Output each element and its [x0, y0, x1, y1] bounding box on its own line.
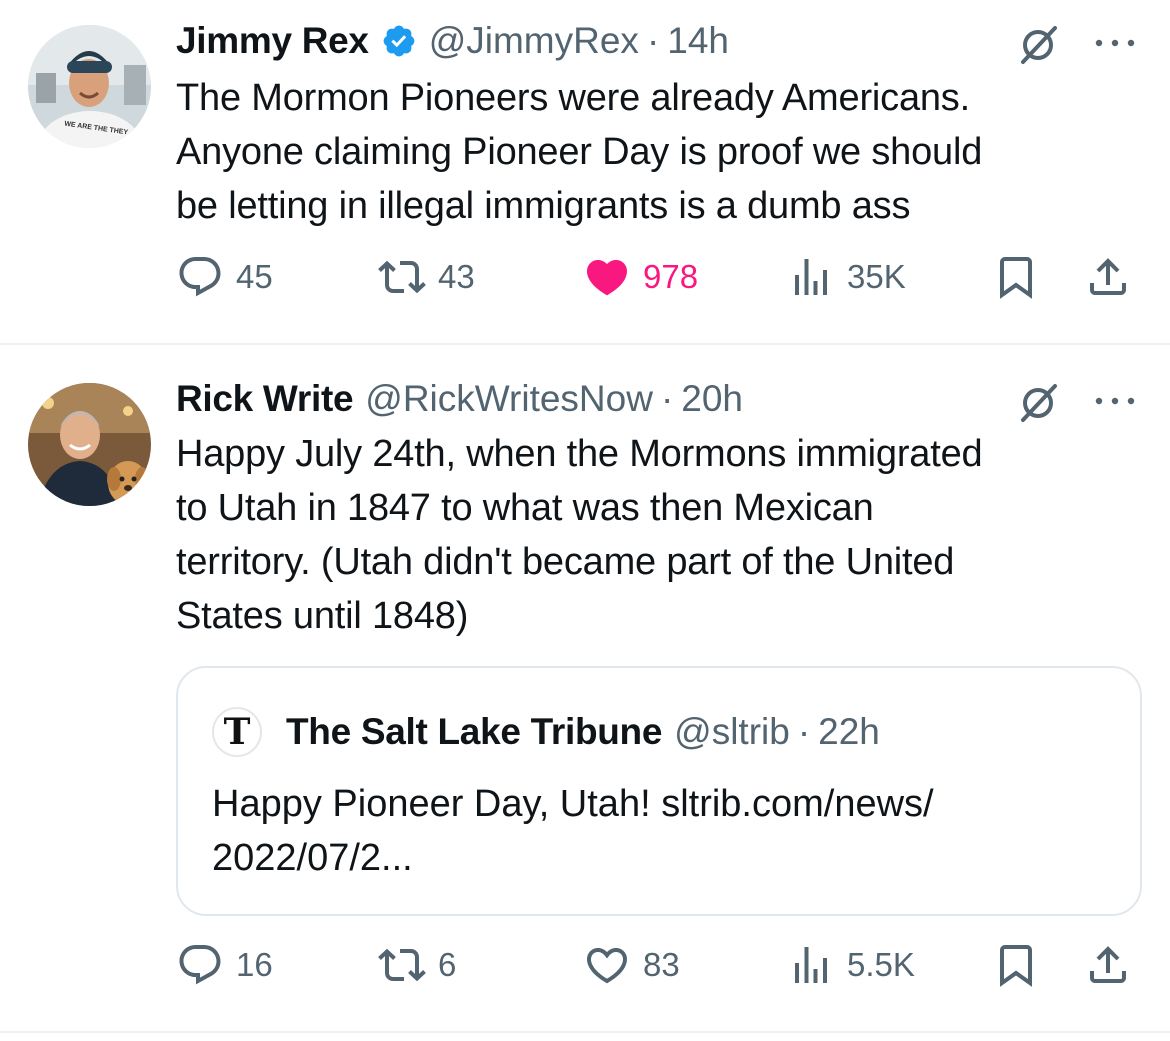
like-button[interactable]: 978 [583, 247, 698, 307]
separator-dot: · [797, 711, 811, 752]
heart-icon [586, 948, 628, 984]
avatar[interactable] [28, 383, 151, 506]
view-count: 35K [847, 258, 906, 295]
views-bar-chart-icon [795, 947, 827, 983]
view-count: 5.5K [847, 946, 915, 983]
quoted-handle: @sltrib [674, 711, 790, 752]
share-upload-icon [1090, 258, 1126, 295]
tweet-rick-write[interactable]: Rick Write @RickWritesNow · 20h Happy Ju… [0, 345, 1170, 1033]
like-button[interactable]: 83 [583, 935, 680, 995]
tweet-text: The Mormon Pioneers were already America… [176, 77, 983, 227]
separator-dot: · [660, 378, 674, 419]
reply-bubble-icon [179, 257, 221, 297]
action-bar: 45 43 978 35K [0, 247, 1170, 307]
quoted-tweet-text: Happy Pioneer Day, Utah! sltrib.com/news… [212, 783, 934, 879]
handle[interactable]: @RickWritesNow [365, 378, 653, 420]
share-button[interactable] [1084, 935, 1132, 995]
tweet-header: Rick Write @RickWritesNow · 20h [176, 377, 743, 421]
quoted-tweet-header: T The Salt Lake Tribune @sltrib · 22h [212, 707, 880, 757]
like-count: 978 [643, 258, 699, 295]
separator-dot: · [646, 20, 660, 61]
more-dots-icon[interactable] [1092, 391, 1138, 411]
repost-button[interactable]: 6 [378, 935, 456, 995]
tribune-logo-icon: T [223, 711, 251, 753]
repost-arrows-icon [378, 948, 426, 982]
repost-count: 43 [438, 258, 475, 295]
bookmark-button[interactable] [992, 935, 1040, 995]
reply-button[interactable]: 45 [176, 247, 273, 307]
grok-slash-circle-icon[interactable] [1015, 380, 1061, 426]
like-count: 83 [643, 946, 680, 983]
timestamp[interactable]: 20h [681, 378, 743, 420]
views-bar-chart-icon [795, 259, 827, 295]
reply-bubble-icon [179, 945, 221, 985]
display-name[interactable]: Rick Write [176, 378, 354, 420]
tweet-header: Jimmy Rex @JimmyRex · 14h [176, 19, 729, 63]
timestamp[interactable]: 14h [667, 20, 729, 62]
grok-slash-circle-icon[interactable] [1015, 22, 1061, 68]
more-dots-icon[interactable] [1092, 33, 1138, 53]
avatar-image [28, 383, 151, 506]
avatar[interactable]: WE ARE THE THEY [28, 25, 151, 148]
reply-count: 16 [236, 946, 273, 983]
bookmark-icon [1000, 945, 1032, 987]
bookmark-button[interactable] [992, 247, 1040, 307]
share-upload-icon [1090, 946, 1126, 983]
repost-button[interactable]: 43 [378, 247, 475, 307]
quoted-avatar: T [212, 707, 262, 757]
quoted-display-name: The Salt Lake Tribune [286, 711, 663, 752]
bookmark-icon [1000, 257, 1032, 299]
heart-icon [586, 260, 628, 296]
views-button[interactable]: 35K [787, 247, 906, 307]
handle[interactable]: @JimmyRex [429, 20, 639, 62]
reply-button[interactable]: 16 [176, 935, 273, 995]
verified-badge-icon [381, 23, 417, 59]
repost-arrows-icon [378, 260, 426, 294]
repost-count: 6 [438, 946, 457, 983]
quoted-tweet[interactable]: T The Salt Lake Tribune @sltrib · 22h Ha… [176, 666, 1142, 916]
display-name[interactable]: Jimmy Rex [176, 20, 369, 62]
reply-count: 45 [236, 258, 273, 295]
action-bar: 16 6 83 5.5K [0, 935, 1170, 995]
tweet-text: Happy July 24th, when the Mormons immigr… [176, 433, 983, 637]
views-button[interactable]: 5.5K [787, 935, 915, 995]
share-button[interactable] [1084, 247, 1132, 307]
tweet-jimmy-rex[interactable]: WE ARE THE THEY Jimmy Rex @JimmyRex · 14… [0, 0, 1170, 345]
quoted-timestamp: 22h [818, 711, 880, 752]
